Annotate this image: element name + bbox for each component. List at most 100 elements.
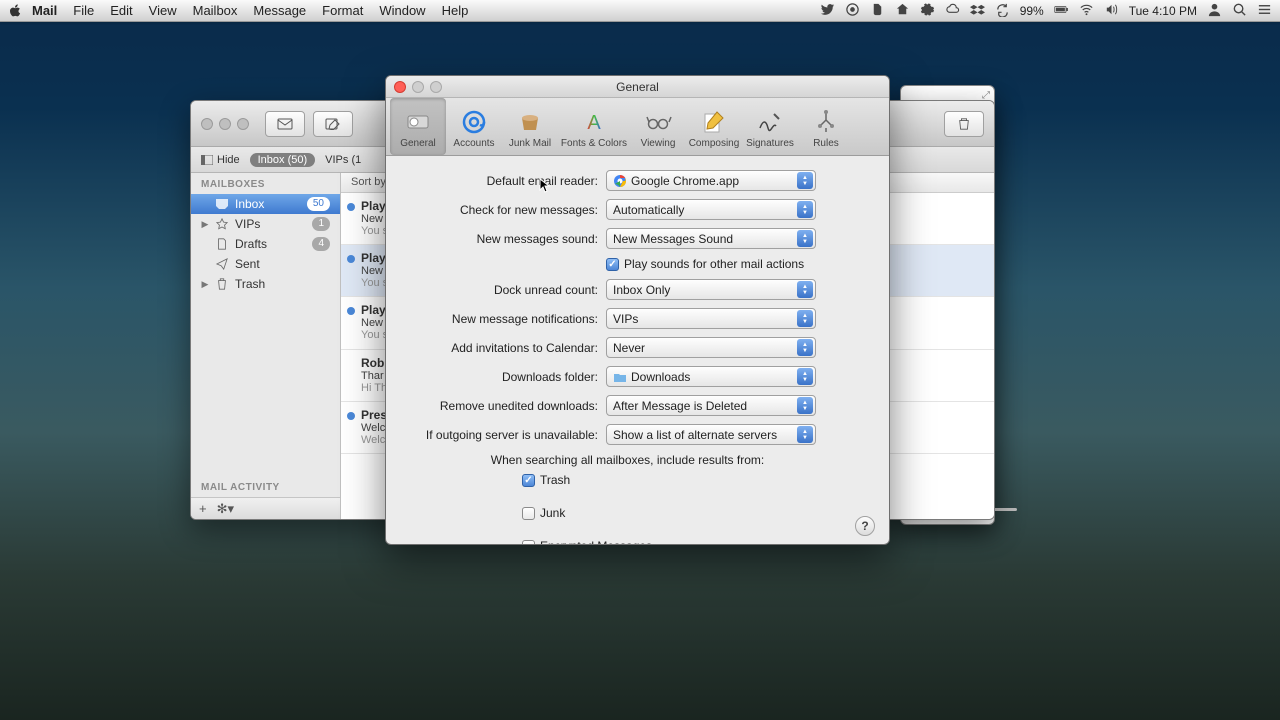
- search-encrypted-checkbox[interactable]: Encrypted Messages: [522, 539, 869, 544]
- signature-icon: [756, 108, 784, 136]
- tab-accounts[interactable]: Accounts: [446, 98, 502, 155]
- notification-center-icon[interactable]: [1257, 2, 1272, 20]
- sidebar-vips[interactable]: ▶ VIPs1: [191, 214, 340, 234]
- prefs-title: General: [616, 80, 659, 94]
- sidebar-inbox[interactable]: Inbox50: [191, 194, 340, 214]
- menubar-app-name[interactable]: Mail: [32, 3, 57, 18]
- sidebar-footer: + ✻▾: [191, 497, 340, 519]
- delete-button[interactable]: [944, 111, 984, 137]
- battery-icon[interactable]: [1054, 2, 1069, 20]
- glasses-icon: [644, 108, 672, 136]
- downloads-label: Downloads folder:: [406, 370, 606, 384]
- favorite-inbox[interactable]: Inbox (50): [250, 153, 316, 167]
- home-icon[interactable]: [895, 2, 910, 20]
- remove-label: Remove unedited downloads:: [406, 399, 606, 413]
- menu-edit[interactable]: Edit: [110, 3, 132, 18]
- menu-file[interactable]: File: [73, 3, 94, 18]
- dock-popup[interactable]: Inbox Only▲▼: [606, 279, 816, 300]
- spotlight-icon[interactable]: [1232, 2, 1247, 20]
- sidebar-sent[interactable]: Sent: [191, 254, 340, 274]
- menu-window[interactable]: Window: [379, 3, 425, 18]
- tab-composing[interactable]: Composing: [686, 98, 742, 155]
- menu-help[interactable]: Help: [442, 3, 469, 18]
- cloud-icon[interactable]: [945, 2, 960, 20]
- close-icon[interactable]: [394, 81, 406, 93]
- compose-button[interactable]: [313, 111, 353, 137]
- unread-dot-icon: [347, 203, 355, 211]
- outgoing-popup[interactable]: Show a list of alternate servers▲▼: [606, 424, 816, 445]
- menu-view[interactable]: View: [149, 3, 177, 18]
- menubar: Mail File Edit View Mailbox Message Form…: [0, 0, 1280, 22]
- close-icon[interactable]: [201, 118, 213, 130]
- check-new-popup[interactable]: Automatically▲▼: [606, 199, 816, 220]
- tab-general[interactable]: General: [390, 98, 446, 155]
- help-button[interactable]: ?: [855, 516, 875, 536]
- menu-mailbox[interactable]: Mailbox: [193, 3, 238, 18]
- menu-message[interactable]: Message: [253, 3, 306, 18]
- sidebar-drafts[interactable]: Drafts4: [191, 234, 340, 254]
- search-heading: When searching all mailboxes, include re…: [386, 453, 869, 467]
- dropbox-icon[interactable]: [970, 2, 985, 20]
- pencil-paper-icon: [700, 108, 728, 136]
- dock-label: Dock unread count:: [406, 283, 606, 297]
- record-icon[interactable]: [845, 2, 860, 20]
- star-icon: [215, 218, 229, 230]
- chrome-icon: [613, 174, 627, 188]
- tab-signatures[interactable]: Signatures: [742, 98, 798, 155]
- at-icon: [460, 108, 488, 136]
- sync-icon[interactable]: [995, 2, 1010, 20]
- invites-label: Add invitations to Calendar:: [406, 341, 606, 355]
- svg-text:A: A: [587, 112, 601, 134]
- outgoing-label: If outgoing server is unavailable:: [406, 428, 606, 442]
- favorite-vips[interactable]: VIPs (1: [325, 154, 361, 166]
- cursor-icon: [539, 178, 551, 194]
- get-mail-button[interactable]: [265, 111, 305, 137]
- sidebar-trash[interactable]: ▶ Trash: [191, 274, 340, 294]
- tab-viewing[interactable]: Viewing: [630, 98, 686, 155]
- paper-plane-icon: [215, 258, 229, 270]
- unread-dot-icon: [347, 255, 355, 263]
- hide-sidebar-button[interactable]: Hide: [201, 154, 240, 166]
- twitter-icon[interactable]: [820, 2, 835, 20]
- evernote-icon[interactable]: [870, 2, 885, 20]
- zoom-icon[interactable]: [237, 118, 249, 130]
- sound-label: New messages sound:: [406, 232, 606, 246]
- battery-percent[interactable]: 99%: [1020, 4, 1044, 18]
- prefs-titlebar: General: [386, 76, 889, 98]
- minimize-icon[interactable]: [219, 118, 231, 130]
- notif-popup[interactable]: VIPs▲▼: [606, 308, 816, 329]
- invites-popup[interactable]: Never▲▼: [606, 337, 816, 358]
- mail-sidebar: MAILBOXES Inbox50 ▶ VIPs1 Drafts4 Sent: [191, 173, 341, 519]
- wifi-icon[interactable]: [1079, 2, 1094, 20]
- menu-format[interactable]: Format: [322, 3, 363, 18]
- default-reader-popup[interactable]: Google Chrome.app▲▼: [606, 170, 816, 191]
- unread-dot-icon: [347, 412, 355, 420]
- inbox-icon: [215, 198, 229, 210]
- downloads-popup[interactable]: Downloads▲▼: [606, 366, 816, 387]
- remove-popup[interactable]: After Message is Deleted▲▼: [606, 395, 816, 416]
- zoom-icon[interactable]: [430, 81, 442, 93]
- check-new-label: Check for new messages:: [406, 203, 606, 217]
- folder-icon: [613, 370, 627, 384]
- tab-fonts-colors[interactable]: AFonts & Colors: [558, 98, 630, 155]
- unread-dot-icon: [347, 307, 355, 315]
- user-icon[interactable]: [1207, 2, 1222, 20]
- volume-icon[interactable]: [1104, 2, 1119, 20]
- search-trash-checkbox[interactable]: Trash: [522, 473, 869, 487]
- gear-icon[interactable]: [920, 2, 935, 20]
- minimize-icon[interactable]: [412, 81, 424, 93]
- tab-rules[interactable]: Rules: [798, 98, 854, 155]
- action-menu-button[interactable]: ✻▾: [217, 501, 234, 517]
- play-sounds-checkbox[interactable]: Play sounds for other mail actions: [606, 257, 869, 271]
- document-icon: [215, 238, 229, 250]
- prefs-toolbar: General Accounts Junk Mail AFonts & Colo…: [386, 98, 889, 156]
- switch-icon: [404, 108, 432, 136]
- sound-popup[interactable]: New Messages Sound▲▼: [606, 228, 816, 249]
- clock-text[interactable]: Tue 4:10 PM: [1129, 4, 1197, 18]
- trash-icon: [215, 278, 229, 290]
- apple-icon[interactable]: [8, 4, 22, 18]
- add-button[interactable]: +: [199, 501, 207, 516]
- tab-junk-mail[interactable]: Junk Mail: [502, 98, 558, 155]
- search-junk-checkbox[interactable]: Junk: [522, 506, 869, 520]
- mailboxes-section-label: MAILBOXES: [191, 173, 340, 194]
